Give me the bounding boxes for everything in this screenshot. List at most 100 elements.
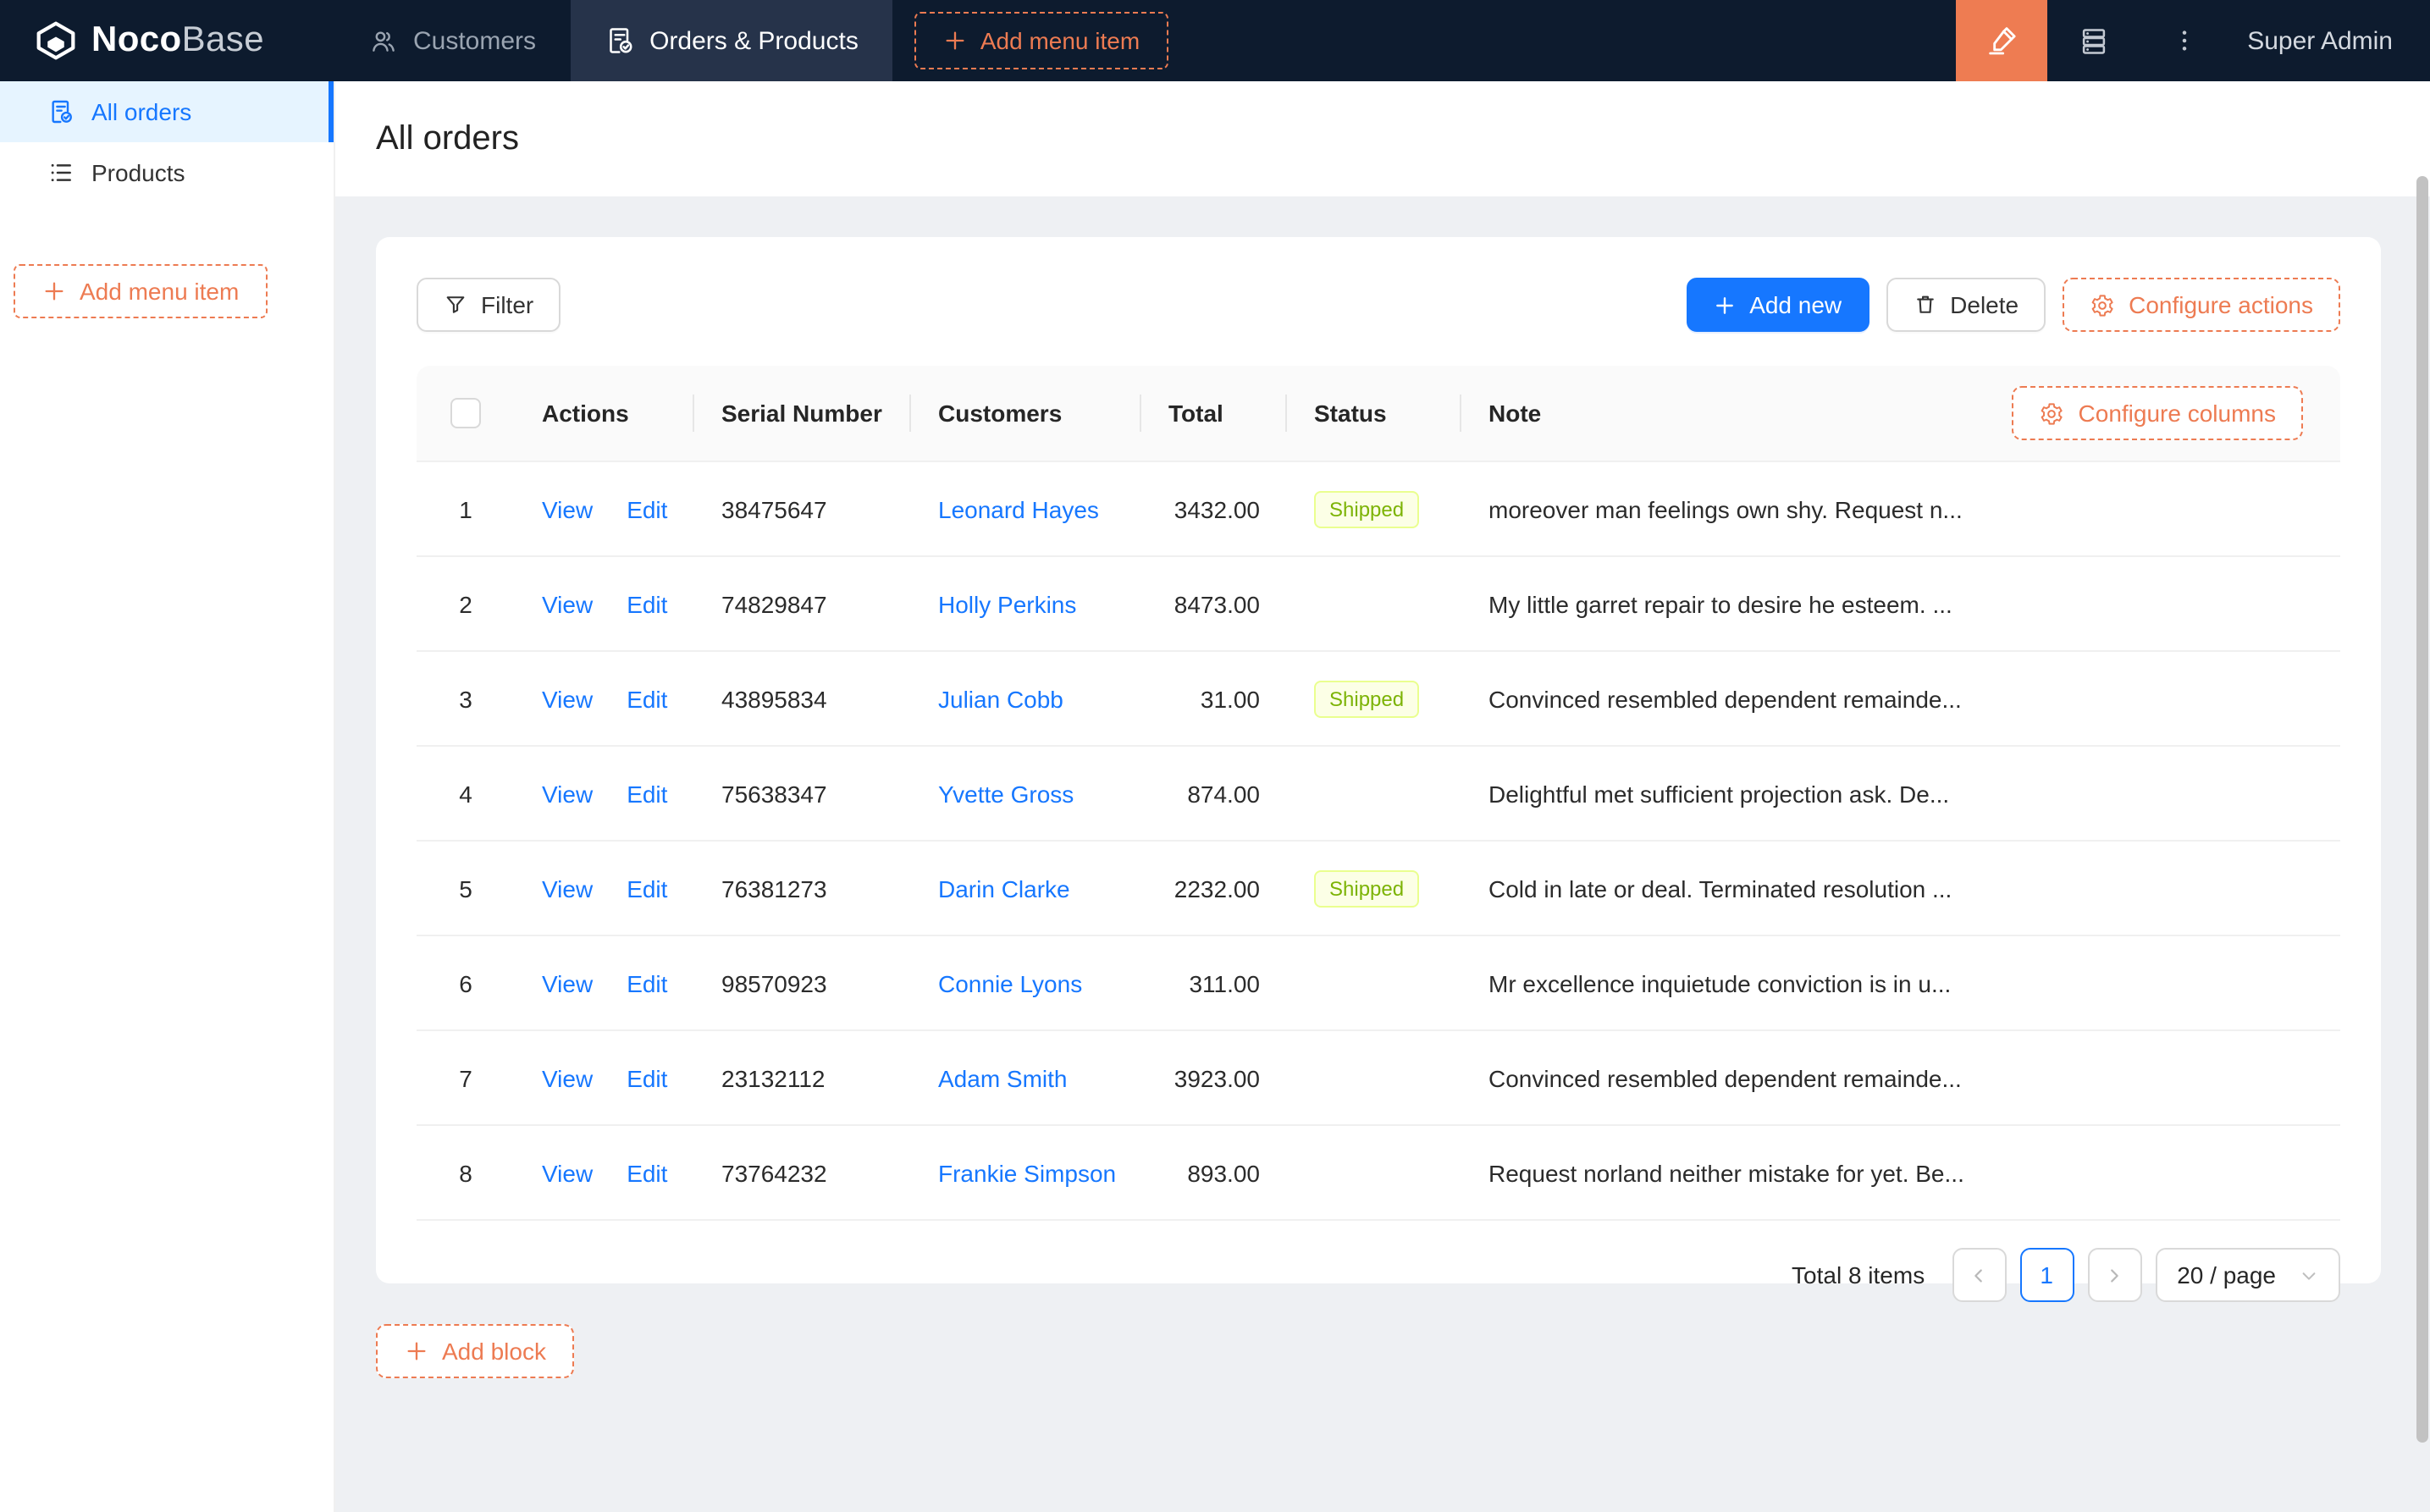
pagination-total: Total 8 items [1792, 1261, 1925, 1289]
row-actions: View Edit [515, 495, 694, 522]
configure-actions-button[interactable]: Configure actions [2063, 278, 2340, 332]
edit-link[interactable]: Edit [627, 1064, 667, 1091]
customer-link[interactable]: Julian Cobb [938, 685, 1063, 712]
user-menu[interactable]: Super Admin [2230, 0, 2430, 81]
row-actions: View Edit [515, 1064, 694, 1091]
customer-link[interactable]: Leonard Hayes [938, 495, 1099, 522]
edit-link[interactable]: Edit [627, 969, 667, 996]
edit-link[interactable]: Edit [627, 780, 667, 807]
status-badge: Shipped [1314, 490, 1419, 527]
row-index: 2 [417, 590, 515, 617]
sidebar-item-all-orders[interactable]: All orders [0, 81, 334, 142]
serial-number: 73764232 [694, 1159, 911, 1186]
configure-columns-wrapper: Configure columns [2013, 386, 2303, 440]
column-header-customers[interactable]: Customers [911, 366, 1141, 461]
configure-columns-button[interactable]: Configure columns [2013, 386, 2303, 440]
total-cell: 8473.00 [1141, 590, 1287, 617]
view-link[interactable]: View [542, 969, 593, 996]
app-window: NocoBase Customers [0, 0, 2430, 1512]
add-menu-item-button-top[interactable]: Add menu item [914, 12, 1168, 69]
column-header-status[interactable]: Status [1287, 366, 1461, 461]
plugin-settings-button[interactable] [2047, 0, 2139, 81]
status-badge: Shipped [1314, 680, 1419, 717]
row-actions: View Edit [515, 1159, 694, 1186]
sidebar-item-label: Products [91, 159, 185, 186]
select-all-checkbox[interactable] [450, 398, 481, 428]
row-index: 6 [417, 969, 515, 996]
customer-link[interactable]: Connie Lyons [938, 969, 1082, 996]
column-header-total[interactable]: Total [1141, 366, 1287, 461]
customer-cell: Leonard Hayes [911, 495, 1141, 522]
row-actions: View Edit [515, 685, 694, 712]
highlighter-icon [1985, 24, 2019, 58]
more-options-button[interactable] [2139, 0, 2230, 81]
add-menu-item-button-sidebar[interactable]: Add menu item [14, 264, 268, 318]
view-link[interactable]: View [542, 780, 593, 807]
edit-link[interactable]: Edit [627, 495, 667, 522]
column-header-serial[interactable]: Serial Number [694, 366, 911, 461]
row-actions: View Edit [515, 780, 694, 807]
view-link[interactable]: View [542, 875, 593, 902]
serial-number: 38475647 [694, 495, 911, 522]
table-row: 8 View Edit 73764232 Frankie Simpson 893… [417, 1126, 2340, 1221]
page-title: All orders [376, 119, 519, 158]
gear-icon [2040, 400, 2065, 426]
total-cell: 3923.00 [1141, 1064, 1287, 1091]
app-logo[interactable]: NocoBase [0, 0, 335, 81]
edit-link[interactable]: Edit [627, 1159, 667, 1186]
customer-cell: Yvette Gross [911, 780, 1141, 807]
row-index: 3 [417, 685, 515, 712]
view-link[interactable]: View [542, 1064, 593, 1091]
filter-button[interactable]: Filter [417, 278, 561, 332]
delete-button[interactable]: Delete [1886, 278, 2046, 332]
edit-link[interactable]: Edit [627, 685, 667, 712]
serial-number: 75638347 [694, 780, 911, 807]
edit-link[interactable]: Edit [627, 875, 667, 902]
chevron-down-icon [2300, 1266, 2318, 1284]
database-icon [2077, 25, 2109, 57]
chevron-left-icon [1969, 1266, 1988, 1284]
add-new-button[interactable]: Add new [1687, 278, 1869, 332]
customer-link[interactable]: Adam Smith [938, 1064, 1068, 1091]
customer-cell: Julian Cobb [911, 685, 1141, 712]
customer-link[interactable]: Frankie Simpson [938, 1159, 1116, 1186]
view-link[interactable]: View [542, 685, 593, 712]
sidebar: All orders Products Add menu item [0, 81, 335, 1512]
vertical-scrollbar[interactable] [2416, 176, 2428, 1443]
view-link[interactable]: View [542, 590, 593, 617]
file-done-icon [47, 98, 75, 125]
total-cell: 311.00 [1141, 969, 1287, 996]
status-badge: Shipped [1314, 869, 1419, 907]
column-header-actions[interactable]: Actions [515, 366, 694, 461]
table-toolbar: Filter Add new [417, 278, 2340, 332]
ui-editor-button[interactable] [1956, 0, 2047, 81]
pagination-next-button[interactable] [2087, 1248, 2141, 1302]
tab-label: Orders & Products [649, 26, 859, 55]
customer-link[interactable]: Yvette Gross [938, 780, 1074, 807]
row-index: 5 [417, 875, 515, 902]
note-cell: Convinced resembled dependent remainde..… [1461, 1064, 2340, 1091]
orders-table-block: Filter Add new [376, 237, 2381, 1283]
row-actions: View Edit [515, 590, 694, 617]
main-menu: Customers Orders & Products [335, 0, 892, 81]
sidebar-item-products[interactable]: Products [0, 142, 334, 203]
page-size-select[interactable]: 20 / page [2155, 1248, 2340, 1302]
row-index: 7 [417, 1064, 515, 1091]
view-link[interactable]: View [542, 495, 593, 522]
pagination-page-1[interactable]: 1 [2019, 1248, 2074, 1302]
page-header: All orders [335, 81, 2430, 196]
content-area: Filter Add new [335, 196, 2430, 1378]
view-link[interactable]: View [542, 1159, 593, 1186]
customer-cell: Holly Perkins [911, 590, 1141, 617]
row-index: 8 [417, 1159, 515, 1186]
tab-orders-products[interactable]: Orders & Products [570, 0, 892, 81]
pagination-prev-button[interactable] [1952, 1248, 2006, 1302]
customer-link[interactable]: Holly Perkins [938, 590, 1076, 617]
table-row: 7 View Edit 23132112 Adam Smith 3923.00 … [417, 1031, 2340, 1126]
toolbar-actions: Add new Delete [1687, 278, 2340, 332]
customer-link[interactable]: Darin Clarke [938, 875, 1070, 902]
edit-link[interactable]: Edit [627, 590, 667, 617]
add-block-button[interactable]: Add block [376, 1324, 575, 1378]
total-cell: 2232.00 [1141, 875, 1287, 902]
tab-customers[interactable]: Customers [335, 0, 570, 81]
